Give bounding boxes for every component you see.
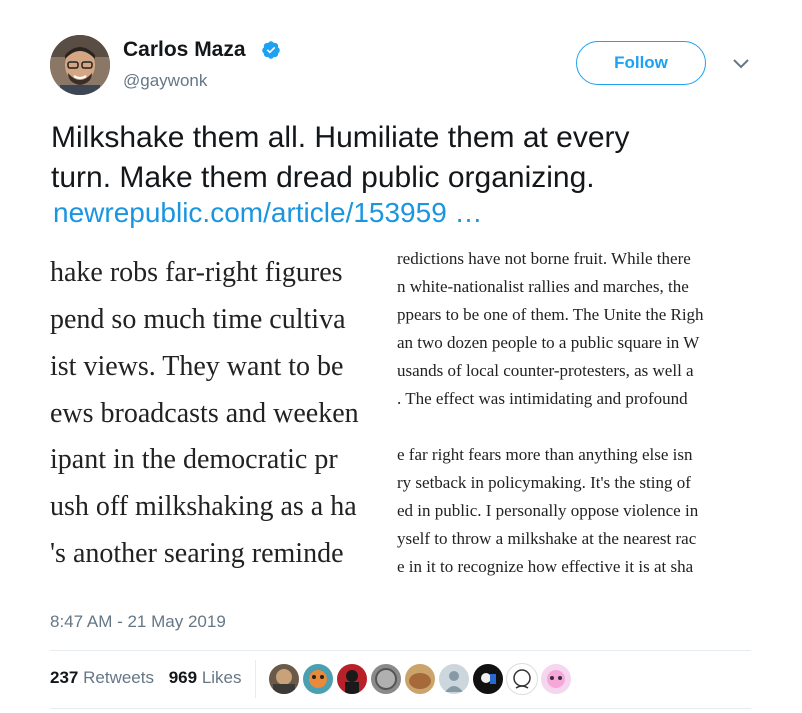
tweet-card: Carlos Maza @gaywonk Follow Milkshake th… [0, 0, 802, 713]
excerpt-line: 's another searing reminde [50, 538, 344, 569]
excerpt-line: . The effect was intimidating and profou… [397, 389, 688, 408]
excerpt-line: e far right fears more than anything els… [397, 445, 693, 464]
verified-badge-icon [262, 41, 280, 59]
tweet-text-line: Milkshake them all. Humiliate them at ev… [51, 121, 630, 154]
excerpt-line: pend so much time cultiva [50, 304, 346, 335]
tweet-text-line: turn. Make them dread public organizing. [51, 161, 595, 194]
liker-avatar[interactable] [404, 663, 436, 695]
article-excerpt-large: hake robs far-right figures pend so much… [50, 245, 397, 585]
liker-avatar[interactable] [472, 663, 504, 695]
follow-button[interactable]: Follow [576, 41, 706, 85]
excerpt-line: yself to throw a milkshake at the neares… [397, 529, 697, 548]
excerpt-line: ipant in the democratic pr [50, 444, 338, 475]
excerpt-line: ppears to be one of them. The Unite the … [397, 305, 704, 324]
liker-avatar[interactable] [268, 663, 300, 695]
author-avatar[interactable] [50, 35, 110, 95]
tweet-timestamp[interactable]: 8:47 AM - 21 May 2019 [50, 612, 226, 632]
liker-avatar[interactable] [336, 663, 368, 695]
attached-image[interactable]: hake robs far-right figures pend so much… [50, 245, 751, 585]
excerpt-line: usands of local counter-protesters, as w… [397, 361, 694, 380]
article-excerpt-small: redictions have not borne fruit. While t… [397, 245, 751, 585]
likes-count: 969 [168, 668, 198, 687]
retweets-label: Retweets [83, 668, 154, 687]
liker-avatar[interactable] [438, 663, 470, 695]
excerpt-line: redictions have not borne fruit. While t… [397, 249, 691, 268]
author-name[interactable]: Carlos Maza [123, 38, 246, 62]
likes-label: Likes [201, 668, 242, 687]
excerpt-line: e in it to recognize how effective it is… [397, 557, 694, 576]
liker-avatar[interactable] [370, 663, 402, 695]
liker-avatar[interactable] [302, 663, 334, 695]
excerpt-line: n white-nationalist rallies and marches,… [397, 277, 689, 296]
tweet-text: Milkshake them all. Humiliate them at ev… [51, 118, 751, 198]
stats-separator [255, 660, 256, 698]
retweets-stat[interactable]: 237 Retweets [50, 668, 154, 687]
author-handle[interactable]: @gaywonk [123, 71, 207, 91]
engagement-stats: 237 Retweets 969 Likes [50, 668, 242, 688]
likes-stat[interactable]: 969 Likes [169, 668, 242, 687]
excerpt-line: ry setback in policymaking. It's the sti… [397, 473, 691, 492]
chevron-down-icon[interactable] [731, 57, 751, 71]
article-link[interactable]: newrepublic.com/article/153959 … [53, 197, 483, 229]
excerpt-line: ed in public. I personally oppose violen… [397, 501, 699, 520]
excerpt-line: ews broadcasts and weeken [50, 398, 359, 429]
excerpt-line: hake robs far-right figures [50, 257, 343, 288]
divider [50, 650, 751, 651]
retweets-count: 237 [50, 668, 79, 687]
excerpt-line: ist views. They want to be [50, 351, 344, 382]
excerpt-line: an two dozen people to a public square i… [397, 333, 700, 352]
divider [50, 708, 751, 709]
liker-avatar[interactable] [540, 663, 572, 695]
liker-avatar[interactable] [506, 663, 538, 695]
excerpt-line: ush off milkshaking as a ha [50, 491, 357, 522]
